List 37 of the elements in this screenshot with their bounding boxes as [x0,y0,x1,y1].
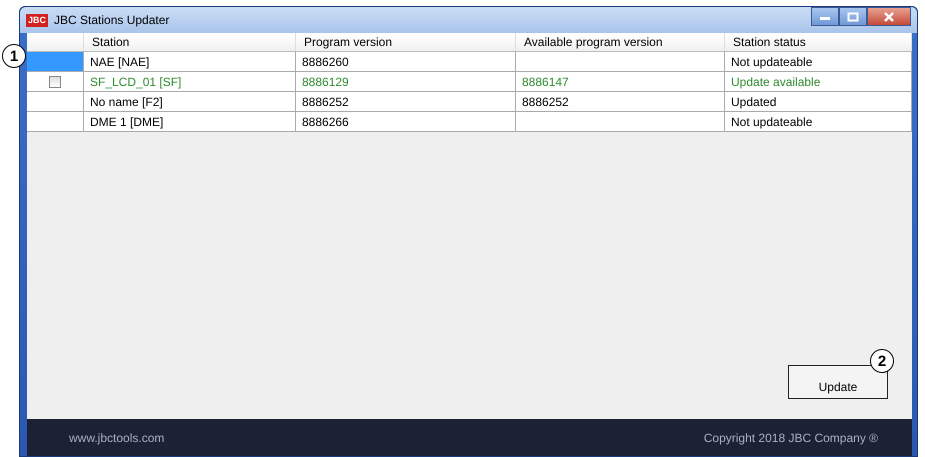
window-title: JBC Stations Updater [54,13,170,27]
table-cell: Updated [731,94,776,108]
column-header: Program version [296,33,516,52]
table-row[interactable]: NAE [NAE] 8886260 Not updateable [27,52,912,72]
table-cell: 8886266 [302,114,349,128]
checkbox[interactable] [49,76,61,88]
column-header: Available program version [516,33,724,52]
table-cell: No name [F2] [90,94,163,108]
table-cell: 8886147 [522,74,569,88]
update-button[interactable]: Update [788,365,888,399]
row-header[interactable] [27,92,84,112]
table-cell: SF_LCD_01 [SF] [90,74,182,88]
close-icon [883,12,895,22]
table-cell: 8886252 [302,94,349,108]
maximize-button[interactable] [839,7,867,26]
column-header: Station status [724,33,912,52]
table-cell: DME 1 [DME] [90,114,164,128]
table-row[interactable]: No name [F2] 8886252 8886252 Updated [27,92,912,112]
table-row[interactable]: DME 1 [DME] 8886266 Not updateable [27,112,912,132]
copyright-text: Copyright 2018 JBC Company ® [704,430,878,444]
table-cell: Not updateable [731,54,812,68]
row-header[interactable] [27,112,84,132]
minimize-button[interactable] [811,7,839,26]
app-logo: JBC [26,14,48,26]
maximize-icon [847,12,859,22]
row-header[interactable] [27,72,84,92]
column-header: Station [84,33,296,52]
table-cell: 8886129 [302,74,349,88]
table-cell: Not updateable [731,114,812,128]
table-cell: 8886252 [522,94,569,108]
table-cell: 8886260 [302,54,349,68]
close-button[interactable] [867,7,911,26]
table-row[interactable]: SF_LCD_01 [SF] 8886129 8886147 Update available [27,72,912,92]
callout-number: 1 [2,44,26,68]
table-cell: Update available [731,74,820,88]
table-cell: NAE [NAE] [90,54,150,68]
website-link[interactable]: www.jbctools.com [69,430,164,444]
